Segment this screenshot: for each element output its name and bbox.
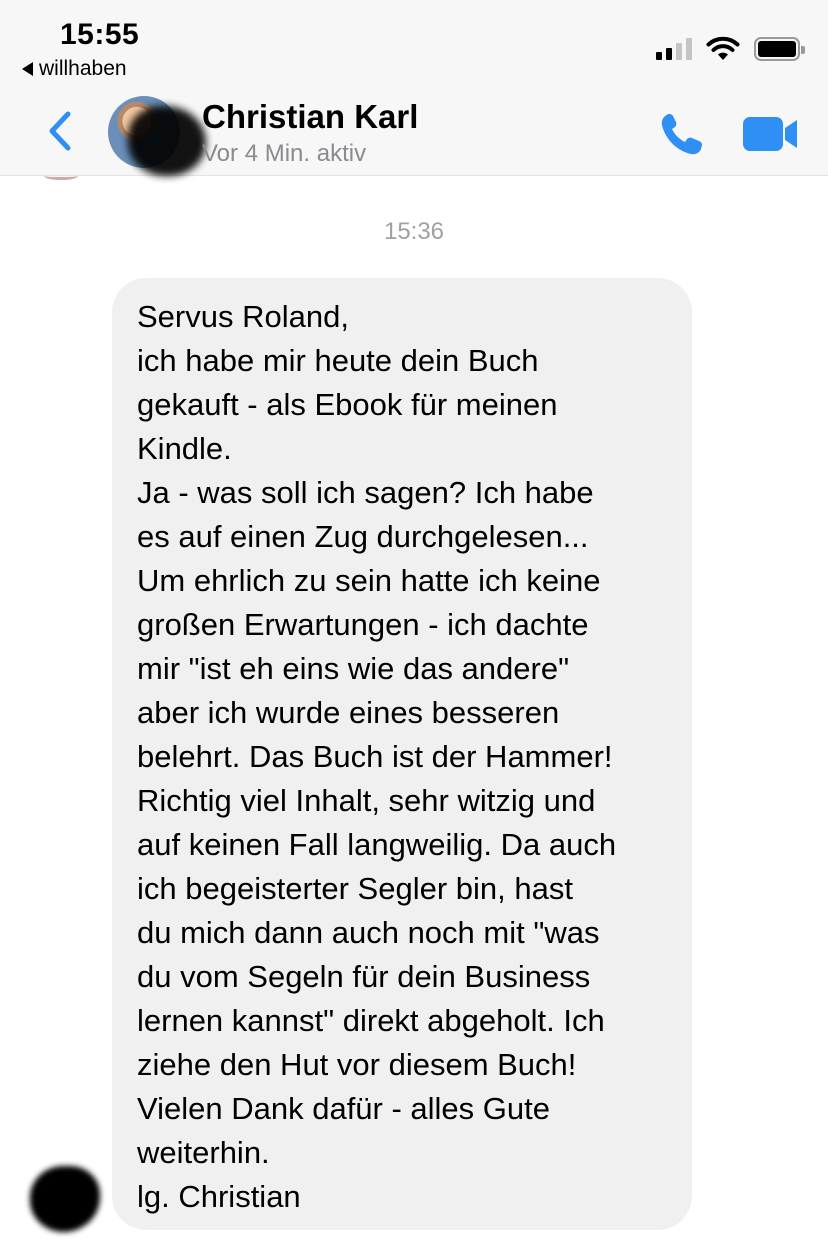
- back-triangle-icon: [22, 62, 33, 76]
- cellular-signal-icon: [656, 38, 692, 60]
- battery-icon: [754, 37, 805, 61]
- avatar-redaction: [128, 106, 206, 176]
- sender-avatar[interactable]: [30, 1166, 100, 1232]
- contact-name[interactable]: Christian Karl: [202, 98, 418, 136]
- call-button[interactable]: [658, 110, 710, 158]
- video-camera-icon: [743, 117, 797, 151]
- message-timestamp: 15:36: [383, 218, 445, 245]
- scroll-edge-mark: [44, 172, 78, 180]
- phone-icon: [661, 114, 702, 155]
- chevron-left-icon: [49, 111, 71, 151]
- status-bar: 15:55 willhaben: [0, 0, 828, 90]
- status-time: 15:55: [60, 18, 140, 51]
- chat-header: Christian Karl Vor 4 Min. aktiv: [0, 90, 828, 176]
- back-to-app-link[interactable]: willhaben: [22, 57, 127, 81]
- status-indicators: [656, 36, 805, 62]
- back-app-label: willhaben: [39, 57, 127, 80]
- message-bubble[interactable]: Servus Roland, ich habe mir heute dein B…: [112, 278, 692, 1230]
- contact-status: Vor 4 Min. aktiv: [202, 140, 367, 167]
- message-text: Servus Roland, ich habe mir heute dein B…: [137, 299, 617, 1214]
- wifi-icon: [706, 36, 740, 60]
- video-call-button[interactable]: [742, 116, 800, 152]
- back-button[interactable]: [42, 110, 78, 152]
